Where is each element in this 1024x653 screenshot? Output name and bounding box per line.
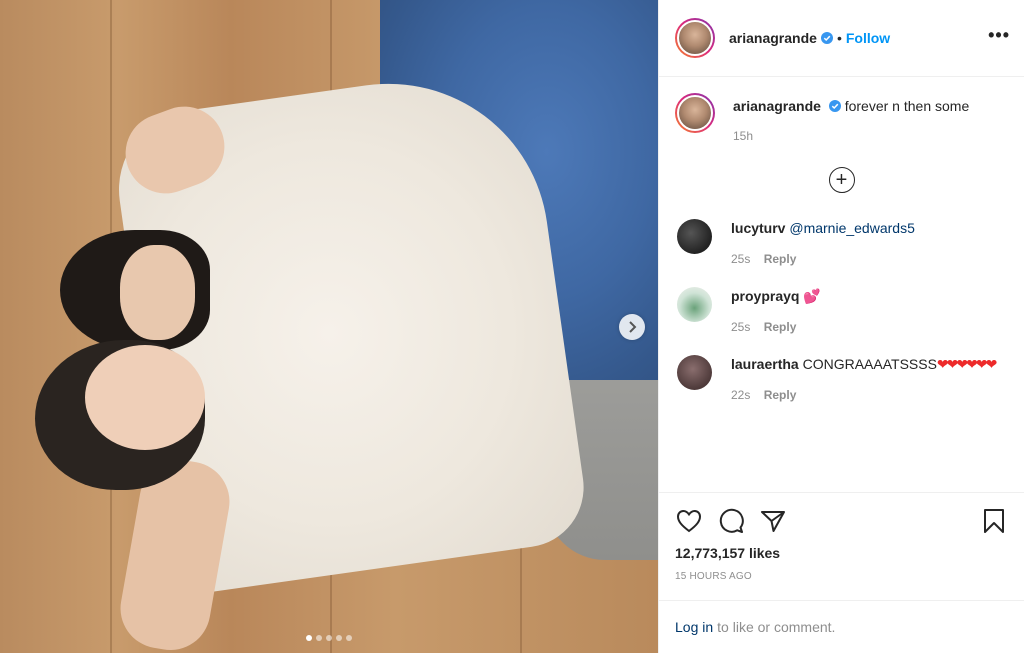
login-prompt-text: to like or comment.: [717, 619, 836, 635]
share-button[interactable]: [759, 507, 787, 535]
reply-button[interactable]: Reply: [764, 388, 797, 402]
heart-icon: [676, 509, 702, 533]
comment-item: proyprayq 💕 25s Reply: [675, 287, 1008, 337]
reply-button[interactable]: Reply: [764, 320, 797, 334]
commenter-avatar[interactable]: [677, 219, 712, 254]
caption-text: forever n then some: [844, 98, 970, 114]
bookmark-icon: [984, 509, 1004, 533]
commenter-avatar[interactable]: [677, 355, 712, 390]
action-icons-row: [675, 507, 1008, 535]
instagram-post-modal: arianagrande • Follow ••• arianagrande f…: [0, 0, 1024, 653]
post-time-ago[interactable]: 15 HOURS AGO: [675, 571, 1008, 582]
photo-face: [120, 245, 195, 340]
load-more-comments: +: [675, 167, 1008, 193]
comment-icon: [719, 508, 744, 533]
comment-mention[interactable]: @marnie_edwards5: [789, 220, 915, 236]
carousel-indicator: [0, 635, 658, 641]
more-icon[interactable]: •••: [988, 25, 1010, 46]
share-icon: [761, 511, 785, 532]
comment-time: 25s: [731, 320, 751, 334]
comment-text: CONGRAAAATSSSS: [802, 356, 937, 372]
carousel-dot: [306, 635, 312, 641]
carousel-next-button[interactable]: [619, 314, 645, 340]
verified-badge-icon: [828, 100, 841, 112]
author-avatar[interactable]: [675, 18, 715, 58]
comment-item: lucyturv @marnie_edwards5 25s Reply: [675, 219, 1008, 269]
reply-button[interactable]: Reply: [764, 252, 797, 266]
post-header: arianagrande • Follow •••: [659, 0, 1024, 77]
comment-username[interactable]: lucyturv: [731, 220, 785, 236]
comment-hearts: ❤❤❤❤❤❤: [936, 356, 997, 372]
caption-timestamp[interactable]: 15h: [733, 127, 969, 145]
comment-username[interactable]: lauraertha: [731, 356, 799, 372]
login-prompt: Log in to like or comment.: [659, 600, 1024, 653]
likes-count[interactable]: 12,773,157 likes: [675, 545, 1008, 561]
carousel-dot: [326, 635, 332, 641]
comment-item: lauraertha CONGRAAAATSSSS❤❤❤❤❤❤ 22s Repl…: [675, 355, 1008, 405]
comments-list: arianagrande forever n then some 15h + l…: [659, 77, 1024, 493]
header-separator: •: [836, 30, 842, 46]
author-avatar[interactable]: [675, 93, 715, 133]
photo-face: [85, 345, 205, 450]
like-button[interactable]: [675, 507, 703, 535]
post-photo: [0, 0, 658, 653]
comment-time: 22s: [731, 388, 751, 402]
caption-username[interactable]: arianagrande: [733, 98, 821, 114]
chevron-right-icon: [629, 321, 637, 333]
comment-time: 25s: [731, 252, 751, 266]
verified-badge-icon: [820, 32, 833, 44]
comment-text: 💕: [803, 288, 821, 304]
comment-username[interactable]: proyprayq: [731, 288, 799, 304]
author-username[interactable]: arianagrande: [729, 30, 817, 46]
post-side-panel: arianagrande • Follow ••• arianagrande f…: [658, 0, 1024, 653]
carousel-dot: [316, 635, 322, 641]
post-caption: arianagrande forever n then some 15h: [675, 93, 1008, 145]
commenter-avatar[interactable]: [677, 287, 712, 322]
carousel-dot: [346, 635, 352, 641]
plus-circle-icon[interactable]: +: [828, 167, 855, 193]
carousel-dot: [336, 635, 342, 641]
follow-button[interactable]: Follow: [846, 30, 890, 46]
save-button[interactable]: [980, 507, 1008, 535]
post-actions: 12,773,157 likes 15 HOURS AGO: [659, 492, 1024, 582]
comment-button[interactable]: [717, 507, 745, 535]
login-link[interactable]: Log in: [675, 619, 713, 635]
